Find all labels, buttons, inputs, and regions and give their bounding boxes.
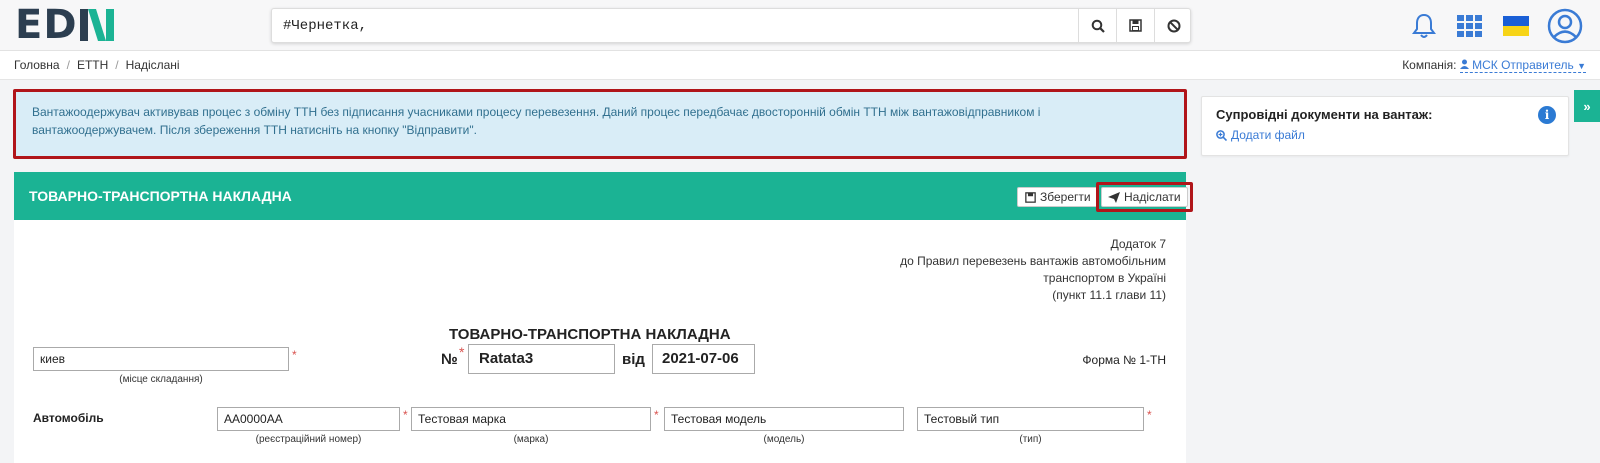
logo-ni-icon	[79, 9, 114, 41]
save-label: Зберегти	[1040, 190, 1091, 204]
car-reg-caption: (реєстраційний номер)	[255, 434, 362, 445]
add-file-link[interactable]: Додати файл	[1216, 128, 1305, 142]
appendix-line: (пункт 11.1 глави 11)	[1052, 288, 1166, 302]
company-label: Компанія:	[1402, 58, 1457, 72]
sidebar-collapse-button[interactable]: »	[1574, 90, 1600, 122]
clear-search-button[interactable]	[1154, 9, 1192, 42]
info-icon[interactable]: i	[1538, 106, 1556, 124]
breadcrumb: Головна / ЕТТН / Надіслані	[14, 58, 180, 72]
info-alert: Вантажоодержувач активував процес з обмі…	[13, 89, 1187, 159]
bell-icon	[1412, 13, 1436, 38]
logo-text: ED	[15, 2, 78, 48]
attachments-heading: Супровідні документи на вантаж:	[1216, 107, 1433, 122]
ukraine-flag-icon	[1503, 16, 1529, 36]
language-button[interactable]	[1500, 10, 1532, 42]
required-marker: *	[1147, 408, 1152, 422]
save-search-button[interactable]	[1116, 9, 1154, 42]
edi-logo[interactable]: ED	[15, 2, 122, 48]
car-brand-input[interactable]: Тестовая марка	[411, 407, 651, 431]
place-input[interactable]: киев	[33, 347, 289, 371]
attachments-panel: Супровідні документи на вантаж: Додати ф…	[1201, 96, 1569, 156]
save-button[interactable]: Зберегти	[1017, 187, 1099, 207]
apps-grid-icon	[1457, 15, 1482, 37]
appendix-line: Додаток 7	[1110, 237, 1166, 251]
document-title: ТОВАРНО-ТРАНСПОРТНА НАКЛАДНА	[449, 326, 731, 343]
car-type-caption: (тип)	[1019, 434, 1042, 445]
car-reg-input[interactable]: АА0000АА	[217, 407, 400, 431]
car-model-caption: (модель)	[763, 434, 805, 445]
add-file-label: Додати файл	[1231, 128, 1305, 142]
appendix-line: до Правил перевезень вантажів автомобіль…	[900, 254, 1166, 268]
waybill-form: Додаток 7 до Правил перевезень вантажів …	[14, 220, 1186, 463]
search-bar	[271, 8, 1191, 43]
breadcrumb-separator: /	[115, 58, 119, 72]
date-label: від	[622, 351, 645, 368]
breadcrumb-separator: /	[66, 58, 70, 72]
breadcrumb-home[interactable]: Головна	[14, 58, 60, 72]
form-number: Форма № 1-ТН	[1082, 353, 1166, 367]
user-icon	[1459, 59, 1469, 69]
required-marker: *	[654, 408, 659, 422]
appendix-line: транспортом в Україні	[1043, 271, 1166, 285]
caret-down-icon: ▼	[1577, 61, 1586, 71]
required-marker: *	[403, 408, 408, 422]
send-button[interactable]: Надіслати	[1101, 187, 1188, 207]
breadcrumb-ettn[interactable]: ЕТТН	[77, 58, 108, 72]
send-label: Надіслати	[1124, 190, 1181, 204]
breadcrumb-bar: Головна / ЕТТН / Надіслані Компанія: МСК…	[0, 51, 1600, 80]
car-type-input[interactable]: Тестовый тип	[917, 407, 1144, 431]
ban-icon	[1167, 19, 1180, 32]
send-button-highlight: Надіслати	[1096, 182, 1193, 212]
notifications-button[interactable]	[1408, 10, 1440, 42]
search-input[interactable]	[272, 9, 1078, 42]
panel-title: ТОВАРНО-ТРАНСПОРТНА НАКЛАДНА	[29, 188, 292, 204]
paper-plane-icon	[1108, 191, 1120, 203]
apps-button[interactable]	[1454, 10, 1486, 42]
save-icon	[1025, 191, 1036, 203]
date-input[interactable]: 2021-07-06	[652, 344, 755, 374]
search-icon	[1091, 19, 1105, 33]
breadcrumb-sent: Надіслані	[125, 58, 180, 72]
company-name: МСК Отправитель	[1472, 58, 1574, 72]
save-icon	[1129, 19, 1142, 32]
car-brand-caption: (марка)	[513, 434, 549, 445]
waybill-panel-header: ТОВАРНО-ТРАНСПОРТНА НАКЛАДНА Зберегти На…	[14, 172, 1193, 220]
company-selector: Компанія: МСК Отправитель ▼	[1402, 58, 1586, 73]
search-button[interactable]	[1078, 9, 1116, 42]
top-header: ED	[0, 0, 1600, 51]
car-model-input[interactable]: Тестовая модель	[664, 407, 904, 431]
appendix-note: Додаток 7 до Правил перевезень вантажів …	[900, 236, 1166, 304]
required-marker: *	[292, 348, 297, 362]
zoom-plus-icon	[1216, 129, 1227, 141]
place-caption: (місце складання)	[119, 374, 203, 385]
number-input[interactable]: Ratata3	[468, 344, 615, 374]
company-dropdown[interactable]: МСК Отправитель ▼	[1459, 58, 1586, 73]
required-marker: *	[459, 344, 465, 360]
number-label: №	[441, 351, 458, 368]
car-label: Автомобіль	[33, 411, 104, 425]
user-avatar-icon	[1547, 8, 1583, 44]
user-menu-button[interactable]	[1545, 6, 1585, 46]
